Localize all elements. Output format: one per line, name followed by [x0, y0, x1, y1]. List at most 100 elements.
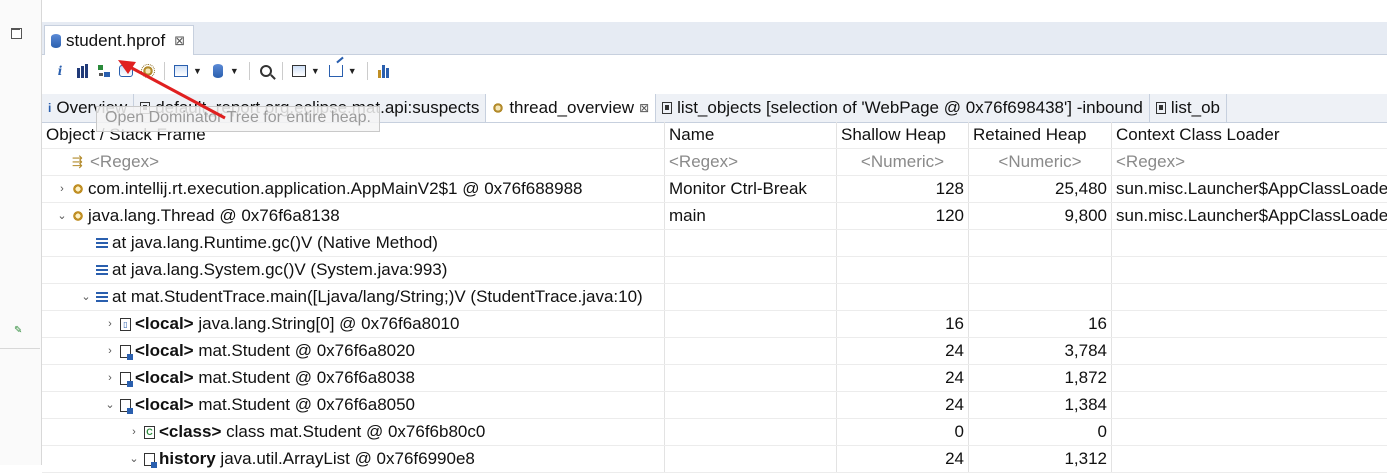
- object-cell: ⌄ at mat.StudentTrace.main([Ljava/lang/S…: [42, 284, 665, 310]
- shallow-heap-cell: [837, 257, 969, 283]
- table-row[interactable]: at java.lang.Runtime.gc()V (Native Metho…: [42, 230, 1387, 257]
- shallow-heap-cell: 120: [837, 203, 969, 229]
- tab-label: list_objects [selection of 'WebPage @ 0x…: [677, 98, 1143, 117]
- object-text: java.lang.String[0] @ 0x76f6a8010: [193, 314, 460, 333]
- object-file-icon: [120, 398, 133, 414]
- object-cell: › <local> mat.Student @ 0x76f6a8038: [42, 365, 665, 391]
- thread-name-cell: Monitor Ctrl-Break: [665, 176, 837, 202]
- shallow-heap-cell: 24: [837, 338, 969, 364]
- column-header-context-class-loader[interactable]: Context Class Loader: [1112, 122, 1387, 148]
- calculate-retained-icon[interactable]: [289, 61, 309, 81]
- table-row[interactable]: › ▯ <local> java.lang.String[0] @ 0x76f6…: [42, 311, 1387, 338]
- object-label: at java.lang.Runtime.gc()V (Native Metho…: [112, 230, 438, 256]
- table-row[interactable]: › com.intellij.rt.execution.application.…: [42, 176, 1387, 203]
- shallow-heap-cell: 128: [837, 176, 969, 202]
- table-row[interactable]: at java.lang.System.gc()V (System.java:9…: [42, 257, 1387, 284]
- object-file-icon: [120, 344, 133, 360]
- thread-name-cell: [665, 284, 837, 310]
- chevron-right-icon[interactable]: ›: [104, 311, 116, 337]
- context-class-loader-cell: sun.misc.Launcher$AppClassLoader @ 0x76f…: [1116, 179, 1387, 198]
- retained-heap-cell: 25,480: [969, 176, 1112, 202]
- reference-prefix: <local>: [135, 341, 194, 360]
- table-row[interactable]: ⌄ <local> mat.Student @ 0x76f6a8050 24 1…: [42, 392, 1387, 419]
- chevron-down-icon[interactable]: ⌄: [56, 203, 68, 229]
- filter-name[interactable]: <Regex>: [665, 149, 837, 175]
- object-text: java.lang.Thread @ 0x76f6a8138: [88, 206, 340, 225]
- filter-context-class-loader[interactable]: <Regex>: [1112, 149, 1387, 175]
- column-header-name[interactable]: Name: [665, 122, 837, 148]
- shallow-heap-cell: 24: [837, 392, 969, 418]
- tab-list-objects[interactable]: list_objects [selection of 'WebPage @ 0x…: [656, 94, 1150, 122]
- pin-icon[interactable]: ✎: [14, 325, 22, 336]
- filter-retained-heap[interactable]: <Numeric>: [969, 149, 1112, 175]
- object-cell: › <local> mat.Student @ 0x76f6a8020: [42, 338, 665, 364]
- table-row[interactable]: ⌄ java.lang.Thread @ 0x76f6a8138 main 12…: [42, 203, 1387, 230]
- chevron-down-icon[interactable]: ⌄: [104, 392, 116, 418]
- object-label: history java.util.ArrayList @ 0x76f6990e…: [159, 446, 475, 472]
- chevron-down-icon[interactable]: ▼: [311, 66, 320, 76]
- table-row[interactable]: ⌄ history java.util.ArrayList @ 0x76f699…: [42, 446, 1387, 473]
- column-header-retained-heap[interactable]: Retained Heap: [969, 122, 1112, 148]
- object-cell: ⌄ <local> mat.Student @ 0x76f6a8050: [42, 392, 665, 418]
- filter-object[interactable]: <Regex>: [90, 149, 159, 175]
- object-label: java.lang.Thread @ 0x76f6a8138: [88, 203, 340, 229]
- export-icon[interactable]: [326, 61, 346, 81]
- retained-heap-cell: 0: [969, 419, 1112, 445]
- stack-frame-icon: [96, 238, 108, 248]
- group-by-icon[interactable]: [374, 61, 394, 81]
- context-class-loader-cell: [1112, 392, 1387, 418]
- object-text: at java.lang.Runtime.gc()V (Native Metho…: [112, 233, 438, 252]
- object-label: <class> class mat.Student @ 0x76f6b80c0: [159, 419, 485, 445]
- object-label: <local> mat.Student @ 0x76f6a8020: [135, 338, 415, 364]
- tab-label: list_ob: [1170, 98, 1221, 117]
- retained-heap-cell: 1,872: [969, 365, 1112, 391]
- object-cell: ⌄ java.lang.Thread @ 0x76f6a8138: [42, 203, 665, 229]
- column-header-shallow-heap[interactable]: Shallow Heap: [837, 122, 969, 148]
- chevron-down-icon[interactable]: ⌄: [80, 284, 92, 310]
- toolbar-separator: [366, 62, 368, 80]
- chevron-right-icon[interactable]: ›: [104, 338, 116, 364]
- thread-name-cell: [665, 338, 837, 364]
- tab-list-objects-2[interactable]: list_ob: [1150, 94, 1228, 122]
- close-icon[interactable]: ⊠: [639, 101, 649, 115]
- stack-frame-icon: [96, 265, 108, 275]
- table-row[interactable]: › <local> mat.Student @ 0x76f6a8038 24 1…: [42, 365, 1387, 392]
- reference-prefix: <local>: [135, 395, 194, 414]
- retained-heap-cell: 9,800: [969, 203, 1112, 229]
- thread-name-cell: [665, 365, 837, 391]
- thread-name-cell: [665, 419, 837, 445]
- table-row[interactable]: › C <class> class mat.Student @ 0x76f6b8…: [42, 419, 1387, 446]
- retained-heap-cell: 1,312: [969, 446, 1112, 472]
- reference-prefix: <class>: [159, 422, 222, 441]
- object-cell: ⌄ history java.util.ArrayList @ 0x76f699…: [42, 446, 665, 472]
- object-cell: › com.intellij.rt.execution.application.…: [42, 176, 665, 202]
- object-label: com.intellij.rt.execution.application.Ap…: [88, 176, 583, 202]
- divider: [0, 348, 40, 349]
- object-label: <local> java.lang.String[0] @ 0x76f6a801…: [135, 311, 459, 337]
- tab-thread-overview[interactable]: thread_overview ⊠: [486, 94, 657, 122]
- shallow-heap-cell: 24: [837, 365, 969, 391]
- chevron-down-icon[interactable]: ⌄: [128, 446, 140, 472]
- chevron-down-icon[interactable]: ▼: [348, 66, 357, 76]
- chevron-right-icon[interactable]: ›: [104, 365, 116, 391]
- object-text: mat.Student @ 0x76f6a8020: [193, 341, 416, 360]
- filter-shallow-heap[interactable]: <Numeric>: [837, 149, 969, 175]
- filter-cell-object: ⇶ <Regex>: [42, 149, 665, 175]
- context-class-loader-cell: sun.misc.Launcher$AppClassLoader @ 0x76f…: [1116, 206, 1387, 225]
- context-class-loader-cell: [1112, 230, 1387, 256]
- object-cell: › ▯ <local> java.lang.String[0] @ 0x76f6…: [42, 311, 665, 337]
- thread-name-cell: [665, 311, 837, 337]
- chevron-right-icon[interactable]: ›: [128, 419, 140, 445]
- object-file-icon: [144, 452, 157, 468]
- object-cell: at java.lang.System.gc()V (System.java:9…: [42, 257, 665, 283]
- object-label: <local> mat.Student @ 0x76f6a8038: [135, 365, 415, 391]
- object-text: at java.lang.System.gc()V (System.java:9…: [112, 260, 448, 279]
- chevron-right-icon[interactable]: ›: [56, 176, 68, 202]
- object-text: at mat.StudentTrace.main([Ljava/lang/Str…: [112, 287, 643, 306]
- context-class-loader-cell: [1112, 257, 1387, 283]
- table-row[interactable]: ⌄ at mat.StudentTrace.main([Ljava/lang/S…: [42, 284, 1387, 311]
- regex-icon: ⇶: [72, 154, 83, 169]
- table-row[interactable]: › <local> mat.Student @ 0x76f6a8020 24 3…: [42, 338, 1387, 365]
- tab-label: thread_overview: [509, 98, 635, 117]
- shallow-heap-cell: 24: [837, 446, 969, 472]
